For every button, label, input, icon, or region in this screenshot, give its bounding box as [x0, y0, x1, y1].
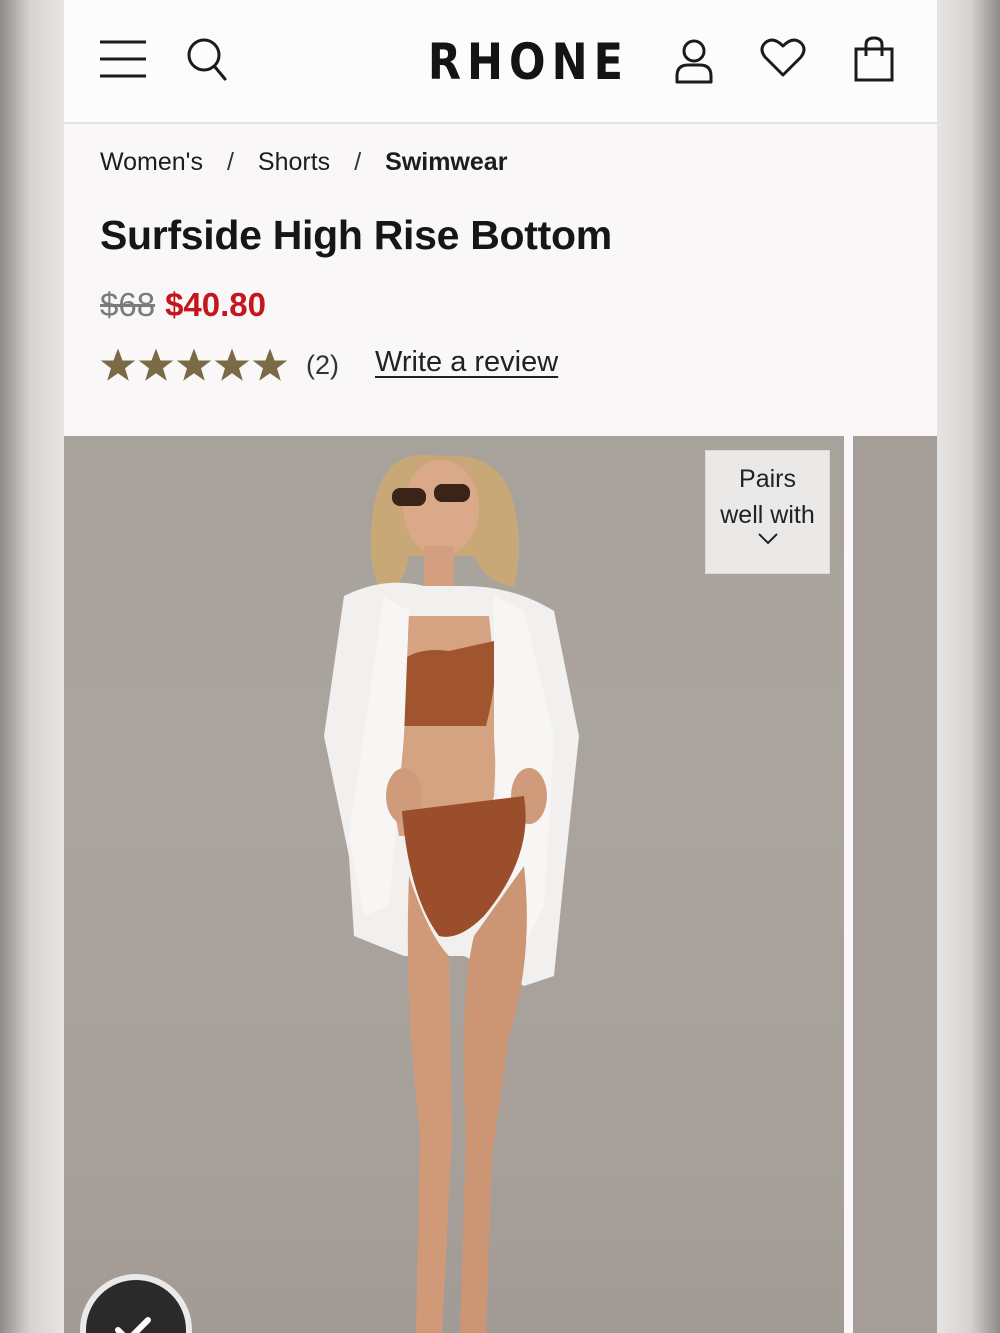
pairs-label-line2: well with — [720, 501, 815, 529]
star-rating — [100, 347, 288, 383]
shopping-bag-icon[interactable] — [854, 36, 894, 82]
next-product-image[interactable] — [853, 436, 937, 1333]
original-price: $68 — [100, 286, 156, 323]
mobile-viewport: RHONE Women's / Shorts / Swimwear Surfsi… — [64, 0, 937, 1333]
star-icon — [252, 348, 288, 381]
menu-icon[interactable] — [100, 38, 146, 80]
breadcrumb: Women's / Shorts / Swimwear — [100, 146, 507, 178]
brand-logo[interactable]: RHONE — [428, 32, 623, 92]
star-icon — [176, 348, 212, 381]
checkmark-icon — [115, 1317, 151, 1333]
star-icon — [138, 348, 174, 381]
chevron-down-icon — [757, 533, 778, 545]
product-image[interactable]: Pairs well with — [64, 436, 844, 1333]
write-review-link[interactable]: Write a review — [375, 346, 558, 379]
pairs-well-with-button[interactable]: Pairs well with — [705, 450, 830, 574]
search-icon[interactable] — [186, 36, 228, 82]
product-price: $68 $40.80 — [100, 286, 266, 324]
pairs-label-line1: Pairs — [739, 465, 796, 493]
review-count: (2) — [306, 349, 339, 380]
sale-price: $40.80 — [165, 286, 266, 323]
model-photo — [324, 454, 579, 1333]
check-badge[interactable] — [80, 1274, 192, 1333]
star-icon — [100, 348, 136, 381]
product-title: Surfside High Rise Bottom — [100, 212, 612, 258]
site-header: RHONE — [64, 0, 937, 124]
account-icon[interactable] — [674, 38, 714, 84]
breadcrumb-womens[interactable]: Women's — [100, 148, 203, 177]
breadcrumb-current-swimwear: Swimwear — [385, 147, 508, 176]
heart-icon[interactable] — [760, 36, 806, 78]
star-icon — [214, 348, 250, 381]
product-rating[interactable]: (2) — [100, 342, 339, 388]
product-image-gallery[interactable]: Pairs well with — [64, 436, 937, 1333]
breadcrumb-shorts[interactable]: Shorts — [258, 148, 330, 177]
breadcrumb-separator: / — [226, 147, 234, 176]
breadcrumb-separator: / — [354, 147, 362, 176]
